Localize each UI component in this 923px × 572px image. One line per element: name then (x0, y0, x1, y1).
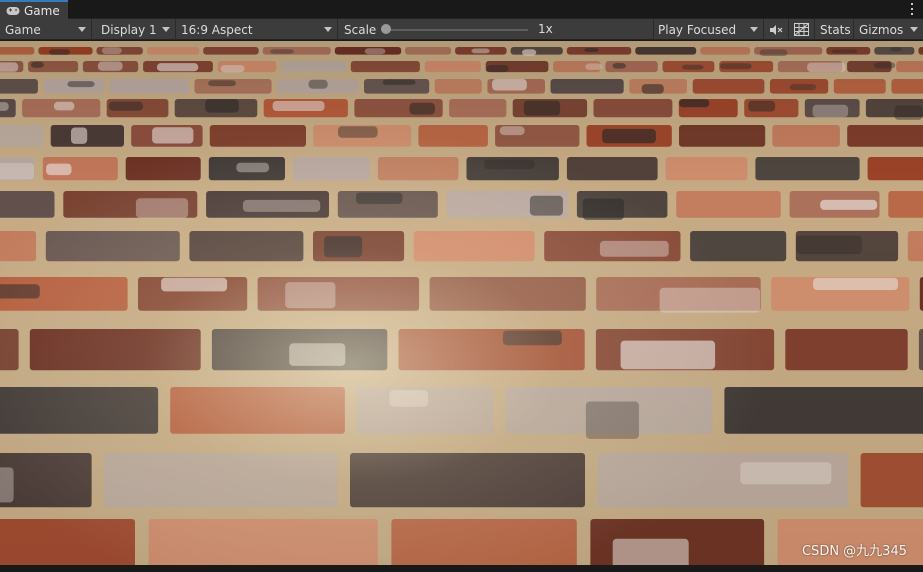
chevron-down-icon (910, 27, 918, 32)
chevron-down-icon (750, 27, 758, 32)
view-mode-value: Game (5, 22, 41, 37)
more-options-icon[interactable] (909, 2, 915, 16)
tab-label: Game (24, 3, 60, 18)
gizmos-dropdown[interactable]: Gizmos (854, 19, 923, 40)
scale-label: Scale (344, 22, 377, 37)
display-value: Display 1 (101, 22, 157, 37)
scale-value: 1x (538, 22, 553, 36)
play-mode-value: Play Focused (658, 22, 737, 37)
bottom-edge (0, 565, 923, 572)
gizmo-grid-icon (794, 23, 809, 36)
stats-button[interactable]: Stats (815, 19, 854, 40)
display-dropdown[interactable]: Display 1 (96, 19, 176, 40)
game-toolbar: Game Display 1 16:9 Aspect Scale 1x Play… (0, 19, 923, 40)
play-mode-dropdown[interactable]: Play Focused (653, 19, 764, 40)
gamepad-icon (6, 6, 20, 15)
gizmo-grid-button[interactable] (789, 19, 815, 40)
brick-floor-scene (0, 41, 923, 565)
mute-audio-icon (770, 24, 783, 35)
mute-audio-button[interactable] (764, 19, 789, 40)
gizmos-label: Gizmos (859, 22, 904, 37)
watermark: CSDN @九九345 (801, 544, 907, 559)
aspect-value: 16:9 Aspect (181, 22, 253, 37)
scale-control: Scale 1x (338, 19, 654, 40)
tab-game[interactable]: Game (0, 0, 68, 19)
scale-slider-track[interactable] (384, 29, 528, 31)
chevron-down-icon (78, 27, 86, 32)
aspect-dropdown[interactable]: 16:9 Aspect (176, 19, 338, 40)
scale-slider-thumb[interactable] (381, 24, 391, 34)
chevron-down-icon (162, 27, 170, 32)
view-mode-dropdown[interactable]: Game (0, 19, 92, 40)
stats-label: Stats (820, 22, 851, 37)
tab-bar: Game (0, 0, 923, 19)
depth-fade (0, 41, 923, 565)
chevron-down-icon (324, 27, 332, 32)
game-viewport[interactable]: CSDN @九九345 (0, 41, 923, 565)
